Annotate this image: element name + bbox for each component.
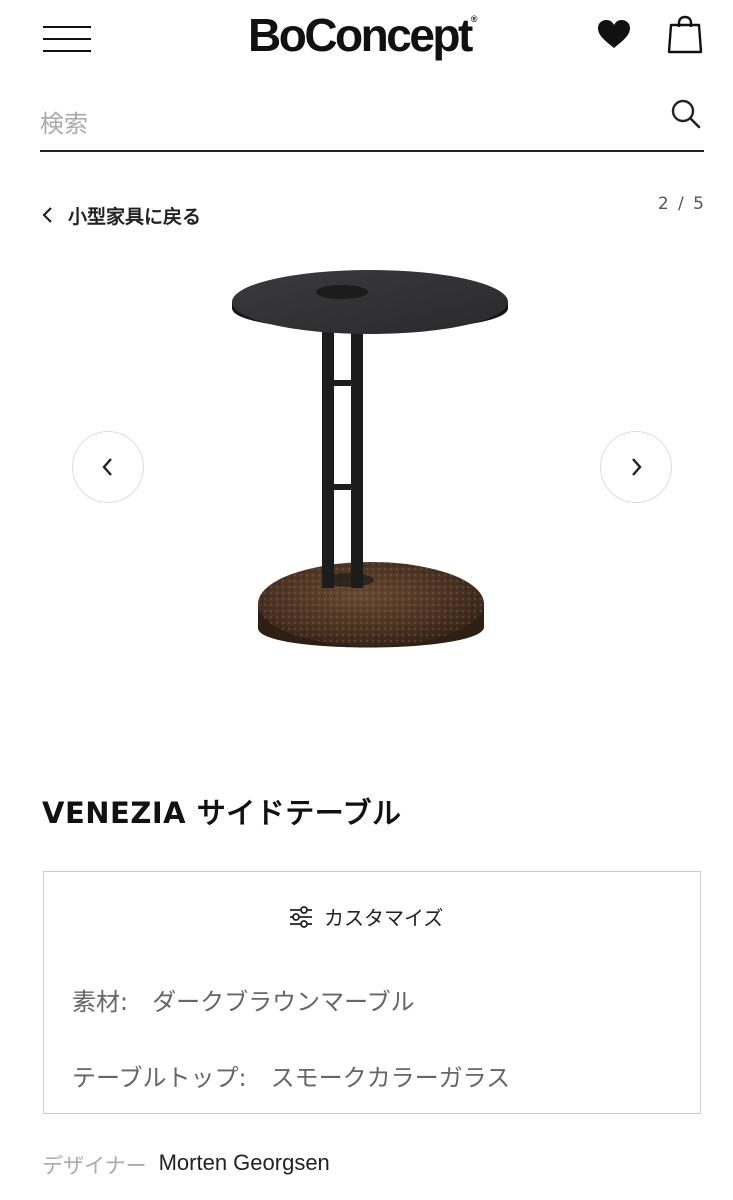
shopping-bag-icon[interactable] [666, 14, 704, 54]
hamburger-menu-icon[interactable] [43, 22, 91, 56]
heart-icon[interactable] [596, 18, 632, 50]
back-to-category-link[interactable]: 小型家具に戻る [40, 200, 201, 230]
gallery-counter: 2 / 5 [657, 194, 706, 214]
option-value: ダークブラウンマーブル [152, 988, 415, 1016]
designer-label: デザイナー [42, 1154, 147, 1178]
search-bar [40, 94, 704, 152]
designer-name[interactable]: Morten Georgsen [159, 1150, 330, 1180]
product-title: VENEZIA サイドテーブル [42, 796, 402, 830]
option-tabletop: テーブルトップ: スモークカラーガラス [72, 1058, 510, 1093]
search-input[interactable] [40, 104, 640, 144]
option-material: 素材: ダークブラウンマーブル [72, 982, 415, 1017]
logo-text: BoConcept [248, 9, 473, 61]
option-label: 素材: [72, 988, 129, 1016]
option-value: スモークカラーガラス [270, 1064, 511, 1092]
customize-panel: カスタマイズ 素材: ダークブラウンマーブル テーブルトップ: スモークカラーガ… [43, 871, 701, 1114]
gallery-next-button[interactable] [600, 431, 672, 503]
chevron-left-icon [102, 458, 112, 476]
sliders-icon [290, 905, 312, 928]
back-label: 小型家具に戻る [68, 205, 202, 228]
site-header: BoConcept® [0, 0, 733, 80]
option-label: テーブルトップ: [72, 1064, 247, 1092]
chevron-left-icon [42, 207, 52, 223]
customize-button[interactable]: カスタマイズ [288, 902, 443, 931]
search-icon[interactable] [670, 98, 702, 130]
gallery-prev-button[interactable] [72, 431, 144, 503]
designer-info: デザイナー Morten Georgsen [42, 1150, 330, 1180]
brand-logo[interactable]: BoConcept® [248, 8, 477, 62]
product-image [232, 270, 508, 648]
registered-mark: ® [470, 14, 478, 24]
chevron-right-icon [632, 458, 642, 476]
customize-label: カスタマイズ [324, 906, 444, 930]
